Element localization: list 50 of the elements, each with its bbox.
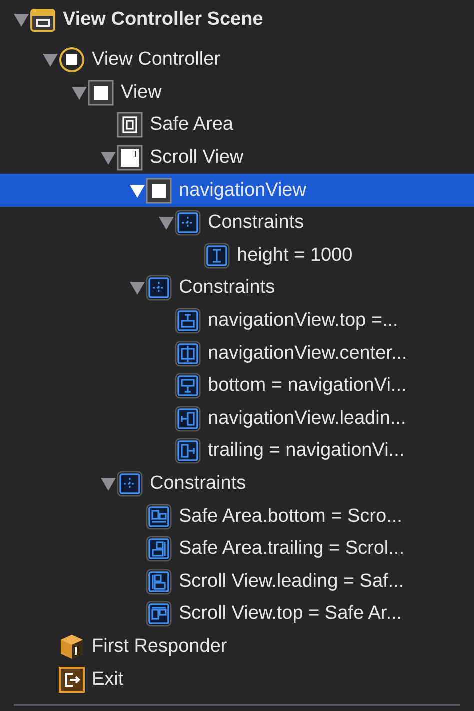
outline-row[interactable]: Scroll View.top = Safe Ar... [0,598,474,631]
view-icon [146,178,172,204]
outline-row[interactable]: View Controller [0,44,474,77]
bottom-constraint-icon [175,373,201,400]
outline-row[interactable]: navigationView.top =... [0,304,474,338]
scene-icon [30,7,56,33]
disclosure-triangle-icon[interactable] [158,216,174,230]
disclosure-triangle-icon[interactable] [72,86,86,100]
outline-row[interactable]: bottom = navigationVi... [0,370,474,403]
outline-row[interactable]: height = 1000 [0,240,474,272]
constraints-icon [175,210,201,236]
outline-row[interactable]: Scroll View [0,142,474,174]
leading-align-icon [146,568,172,595]
disclosure-triangle-icon[interactable] [130,281,144,296]
disclosure-triangle-icon[interactable] [42,53,58,68]
outline-row[interactable]: View Controller Scene [0,4,474,36]
constraints-icon [146,275,172,302]
cube-icon [59,634,85,660]
outline-row[interactable]: First Responder [0,630,474,664]
outline-row[interactable]: Exit [0,663,474,696]
center-constraint-icon [175,340,201,367]
trailing-constraint-icon [175,438,201,464]
outline-row[interactable]: navigationView.leadin... [0,402,474,436]
disclosure-triangle-icon[interactable] [100,151,116,166]
constraints-icon [117,471,143,498]
scroll-view-icon [117,145,143,172]
view-icon [88,80,114,106]
bottom-align-icon [146,504,172,530]
outline-row[interactable]: Safe Area [0,109,474,142]
outline-row[interactable]: trailing = navigationVi... [0,435,474,468]
disclosure-triangle-icon[interactable] [14,13,28,27]
exit-icon [59,666,85,693]
outline-row[interactable]: Scroll View.leading = Saf... [0,566,474,598]
leading-constraint-icon [175,406,201,432]
disclosure-triangle-icon[interactable] [100,477,116,492]
outline-row[interactable]: Safe Area.trailing = Scrol... [0,532,474,566]
top-align-icon [146,601,172,628]
outline-row[interactable]: Safe Area.bottom = Scro... [0,500,474,533]
outline-row[interactable]: Constraints [0,272,474,305]
outline-row[interactable]: navigationView.center... [0,337,474,370]
trailing-align-icon [146,536,172,562]
safe-area-icon [117,112,143,138]
outline-row[interactable]: Constraints [0,468,474,500]
height-constraint-icon [204,242,230,269]
outline-row[interactable]: navigationView [0,174,474,207]
top-constraint-icon [175,308,201,334]
outline-row[interactable]: Constraints [0,206,474,240]
view-controller-icon [59,47,85,74]
outline-row[interactable]: View [0,76,474,110]
disclosure-triangle-icon[interactable] [130,184,144,198]
